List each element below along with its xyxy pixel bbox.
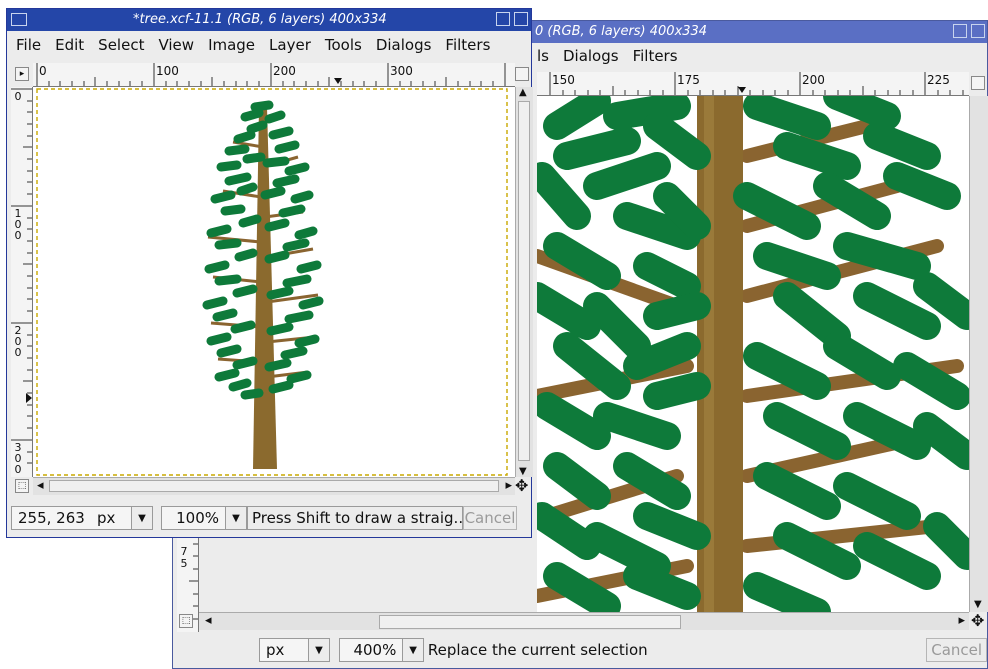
back-unit-dropdown-icon[interactable]: ▼ <box>308 638 330 662</box>
front-zoom-field[interactable]: 100% <box>161 506 225 530</box>
menu-layer[interactable]: Layer <box>262 36 318 54</box>
front-hscroll-thumb[interactable] <box>49 480 499 492</box>
front-navigate-icon[interactable]: ✥ <box>515 476 528 495</box>
front-window-title: *tree.xcf-11.1 (RGB, 6 layers) 400x334 <box>133 12 387 27</box>
front-statusbar: 255, 263 px ▼ 100% ▼ Press Shift to draw… <box>11 503 529 533</box>
menu-file[interactable]: File <box>9 36 48 54</box>
front-scroll-left-icon[interactable]: ◂ <box>37 478 44 493</box>
front-menu-arrow-icon[interactable]: ▸ <box>15 67 29 81</box>
front-vertical-ruler[interactable]: 0 1 0 0 2 0 0 3 0 0 <box>11 87 33 477</box>
back-maximize-icon[interactable] <box>953 24 967 38</box>
back-zoom-icon[interactable] <box>971 76 985 90</box>
front-scroll-right-icon[interactable]: ▸ <box>505 478 512 493</box>
back-menu-tools[interactable]: ls <box>537 47 556 65</box>
front-unit-selector[interactable]: px <box>91 506 131 530</box>
front-horizontal-ruler[interactable]: 0 100 200 300 <box>33 63 515 87</box>
front-unit-value: px <box>97 509 116 527</box>
back-zoom-value: 400% <box>353 641 397 659</box>
front-vruler-digit: 0 <box>14 229 22 242</box>
front-title-bar[interactable]: *tree.xcf-11.1 (RGB, 6 layers) 400x334 <box>7 9 531 31</box>
front-scroll-up-icon[interactable]: ▲ <box>519 87 527 98</box>
front-scroll-thumb[interactable] <box>518 101 530 461</box>
front-cancel-button[interactable]: Cancel <box>463 506 517 530</box>
front-window-menu-icon[interactable] <box>11 13 27 26</box>
back-close-icon[interactable] <box>971 24 985 38</box>
back-unit-selector[interactable]: px <box>259 638 309 662</box>
front-zoom-dropdown-icon[interactable]: ▼ <box>225 506 247 530</box>
front-zoom-value: 100% <box>176 509 219 527</box>
back-ruler-ticks <box>549 72 964 95</box>
back-quick-mask-icon[interactable]: ⬚ <box>179 614 193 628</box>
tree-artwork <box>36 88 508 476</box>
back-vruler-digit: 7 <box>180 545 188 558</box>
menu-select[interactable]: Select <box>91 36 151 54</box>
back-zoom-field[interactable]: 400% <box>339 638 403 662</box>
back-ruler-label-175: 175 <box>677 73 700 87</box>
front-vruler-ticks <box>11 88 32 464</box>
cursor-coords: 255, 263 <box>18 509 85 527</box>
menu-dialogs[interactable]: Dialogs <box>369 36 439 54</box>
front-ruler-label-300: 300 <box>390 64 413 78</box>
back-ruler-label-150: 150 <box>552 73 575 87</box>
front-status-message: Press Shift to draw a straig... <box>247 506 463 530</box>
menu-filters[interactable]: Filters <box>438 36 497 54</box>
back-canvas[interactable] <box>537 96 969 612</box>
back-vruler-digit: 5 <box>180 557 188 570</box>
back-menu-filters[interactable]: Filters <box>626 47 685 65</box>
front-close-icon[interactable] <box>514 12 528 26</box>
back-menu-dialogs[interactable]: Dialogs <box>556 47 626 65</box>
front-quick-mask-icon[interactable]: ⬚ <box>15 479 29 493</box>
front-vruler-digit: 0 <box>14 90 22 103</box>
menu-view[interactable]: View <box>151 36 201 54</box>
cursor-coords-field: 255, 263 <box>11 506 91 530</box>
front-image-window: *tree.xcf-11.1 (RGB, 6 layers) 400x334 F… <box>6 8 533 538</box>
front-maximize-icon[interactable] <box>496 12 510 26</box>
back-horizontal-ruler[interactable]: 150 175 200 225 <box>537 72 969 96</box>
back-cancel-button[interactable]: Cancel <box>926 638 987 662</box>
back-scroll-thumb[interactable] <box>379 615 681 629</box>
back-statusbar: px ▼ 400% ▼ Replace the current selectio… <box>259 635 987 665</box>
front-canvas[interactable] <box>33 87 515 477</box>
front-horizontal-scrollbar[interactable]: ◂ ▸ <box>33 477 515 495</box>
menu-tools[interactable]: Tools <box>318 36 369 54</box>
back-menubar: ls Dialogs Filters <box>537 43 987 69</box>
back-status-message: Replace the current selection <box>427 641 648 659</box>
back-scroll-right-icon[interactable]: ▸ <box>958 613 965 628</box>
front-menubar: File Edit Select View Image Layer Tools … <box>9 32 531 58</box>
back-scroll-down-icon[interactable]: ▼ <box>974 599 982 610</box>
front-vertical-scrollbar[interactable]: ▲ ▼ <box>515 87 533 477</box>
back-unit-value: px <box>266 641 285 659</box>
front-unit-dropdown-icon[interactable]: ▼ <box>131 506 153 530</box>
menu-edit[interactable]: Edit <box>48 36 91 54</box>
zoomed-tree-artwork <box>537 96 969 612</box>
back-navigate-icon[interactable]: ✥ <box>971 611 984 630</box>
back-ruler-label-225: 225 <box>927 73 950 87</box>
back-window-title: 0 (RGB, 6 layers) 400x334 <box>535 24 708 39</box>
back-horizontal-scrollbar[interactable]: ◂ ▸ <box>199 612 969 630</box>
front-vruler-digit: 0 <box>14 463 22 476</box>
front-ruler-label-200: 200 <box>273 64 296 78</box>
back-ruler-label-200: 200 <box>802 73 825 87</box>
menu-image[interactable]: Image <box>201 36 262 54</box>
front-ruler-label-100: 100 <box>156 64 179 78</box>
front-ruler-label-0: 0 <box>39 64 47 78</box>
front-zoom-icon[interactable] <box>515 67 529 81</box>
back-scroll-left-icon[interactable]: ◂ <box>205 613 212 628</box>
back-vertical-scrollbar[interactable]: ▼ <box>969 96 988 612</box>
front-vruler-digit: 0 <box>14 346 22 359</box>
back-zoom-dropdown-icon[interactable]: ▼ <box>402 638 424 662</box>
